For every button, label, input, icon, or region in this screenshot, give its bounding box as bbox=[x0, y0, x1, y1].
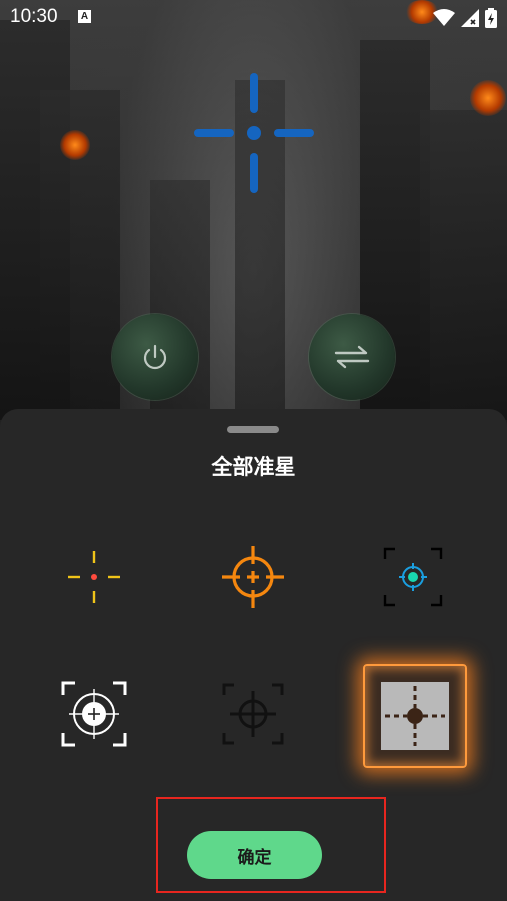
crosshair-option-5[interactable] bbox=[203, 664, 303, 764]
wifi-icon bbox=[433, 9, 455, 26]
teal-bracket-crosshair-icon bbox=[383, 547, 443, 607]
dot-cross-crosshair-icon bbox=[68, 551, 120, 603]
fire bbox=[470, 80, 506, 116]
building bbox=[420, 110, 507, 420]
crosshair-icon bbox=[194, 73, 314, 193]
square-dot-crosshair-icon bbox=[381, 682, 449, 750]
a-icon: A bbox=[78, 10, 91, 23]
fire bbox=[60, 130, 90, 160]
crosshair-option-6[interactable] bbox=[363, 664, 467, 768]
sheet-title: 全部准星 bbox=[211, 455, 296, 479]
orange-ring-crosshair-icon bbox=[222, 546, 284, 608]
crosshair-bottom-sheet: 全部准星 确定 bbox=[0, 409, 507, 901]
status-bar: 10:30 A bbox=[0, 0, 507, 36]
swap-icon bbox=[334, 345, 370, 369]
crosshair-option-2[interactable] bbox=[203, 527, 303, 627]
crosshair-option-3[interactable] bbox=[363, 527, 463, 627]
crosshair-option-4[interactable] bbox=[44, 664, 144, 764]
switch-button[interactable] bbox=[309, 314, 395, 400]
crosshair-option-1[interactable] bbox=[44, 527, 144, 627]
confirm-button[interactable]: 确定 bbox=[187, 831, 322, 879]
status-time: 10:30 bbox=[10, 6, 58, 27]
drag-handle[interactable] bbox=[227, 426, 279, 433]
power-icon bbox=[143, 344, 167, 370]
power-button[interactable] bbox=[112, 314, 198, 400]
white-bracket-crosshair-icon bbox=[61, 681, 127, 747]
signal-icon bbox=[461, 9, 479, 27]
battery-icon bbox=[485, 8, 497, 28]
dark-bracket-crosshair-icon bbox=[222, 683, 284, 745]
system-icons bbox=[433, 8, 497, 28]
